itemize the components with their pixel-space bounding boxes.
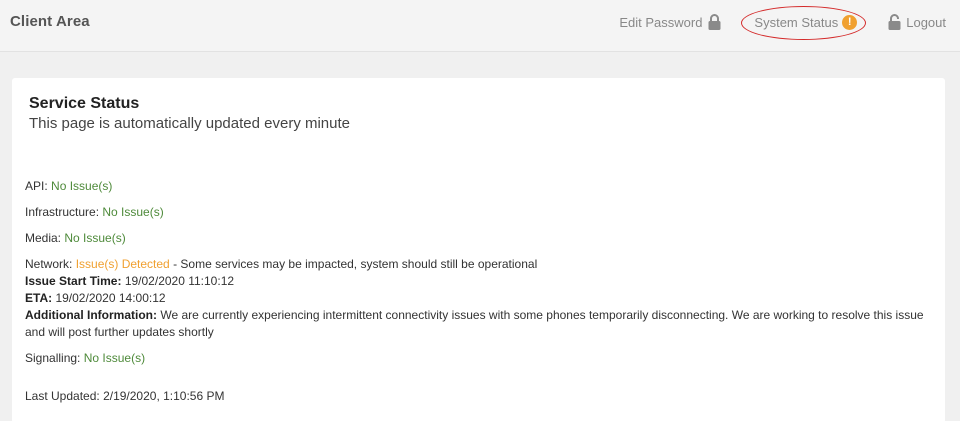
- status-name: Signalling:: [25, 351, 81, 365]
- status-value: No Issue(s): [64, 231, 126, 245]
- page-title: Service Status: [29, 95, 140, 112]
- issue-start-time: Issue Start Time: 19/02/2020 11:10:12: [25, 273, 925, 290]
- status-value: No Issue(s): [83, 351, 146, 365]
- status-row-media: Media: No Issue(s): [25, 230, 925, 247]
- top-nav: Edit Password System Status ! Logout: [619, 5, 946, 40]
- status-row-infrastructure: Infrastructure: No Issue(s): [25, 204, 925, 221]
- issue-start-time-value: 19/02/2020 11:10:12: [124, 274, 235, 288]
- last-updated: Last Updated: 2/19/2020, 1:10:56 PM: [25, 389, 225, 403]
- system-status-link[interactable]: System Status !: [741, 5, 867, 40]
- logout-link[interactable]: Logout: [887, 14, 946, 30]
- system-status-badge: !: [842, 14, 858, 30]
- status-row-api: API: No Issue(s): [25, 178, 925, 195]
- eta: ETA: 19/02/2020 14:00:12: [25, 290, 925, 307]
- status-value: Issue(s) Detected: [75, 257, 170, 271]
- additional-information-text: We are currently experiencing intermitte…: [25, 308, 924, 339]
- edit-password-link[interactable]: Edit Password: [619, 14, 722, 30]
- service-status-card: Service Status This page is automaticall…: [12, 78, 945, 421]
- warning-icon: !: [842, 14, 858, 30]
- status-list: API: No Issue(s) Infrastructure: No Issu…: [25, 178, 925, 376]
- additional-information-label: Additional Information:: [25, 308, 157, 322]
- status-row-signalling: Signalling: No Issue(s): [25, 350, 925, 367]
- additional-information: Additional Information: We are currently…: [25, 307, 925, 341]
- logout-label: Logout: [906, 14, 946, 30]
- issue-start-time-label: Issue Start Time:: [25, 274, 122, 288]
- edit-password-label: Edit Password: [619, 14, 703, 30]
- lock-icon: [707, 14, 722, 30]
- status-row-network: Network: Issue(s) Detected - Some servic…: [25, 256, 925, 341]
- status-name: Media:: [25, 231, 62, 245]
- last-updated-value: 2/19/2020, 1:10:56 PM: [103, 389, 225, 403]
- status-name: Network:: [25, 257, 73, 271]
- status-name: Infrastructure:: [25, 205, 100, 219]
- last-updated-label: Last Updated:: [25, 389, 100, 403]
- unlock-icon: [887, 14, 902, 30]
- network-status-line: Network: Issue(s) Detected - Some servic…: [25, 256, 925, 273]
- status-name: API:: [25, 179, 48, 193]
- eta-value: 19/02/2020 14:00:12: [55, 291, 166, 305]
- brand-title: Client Area: [10, 13, 90, 30]
- eta-label: ETA:: [25, 291, 53, 305]
- status-value: No Issue(s): [51, 179, 113, 193]
- status-value: No Issue(s): [102, 205, 164, 219]
- network-impact: - Some services may be impacted, system …: [169, 257, 538, 271]
- page-subtitle: This page is automatically updated every…: [29, 115, 351, 132]
- top-bar: Client Area Edit Password System Status …: [0, 0, 960, 52]
- system-status-label: System Status: [754, 14, 839, 30]
